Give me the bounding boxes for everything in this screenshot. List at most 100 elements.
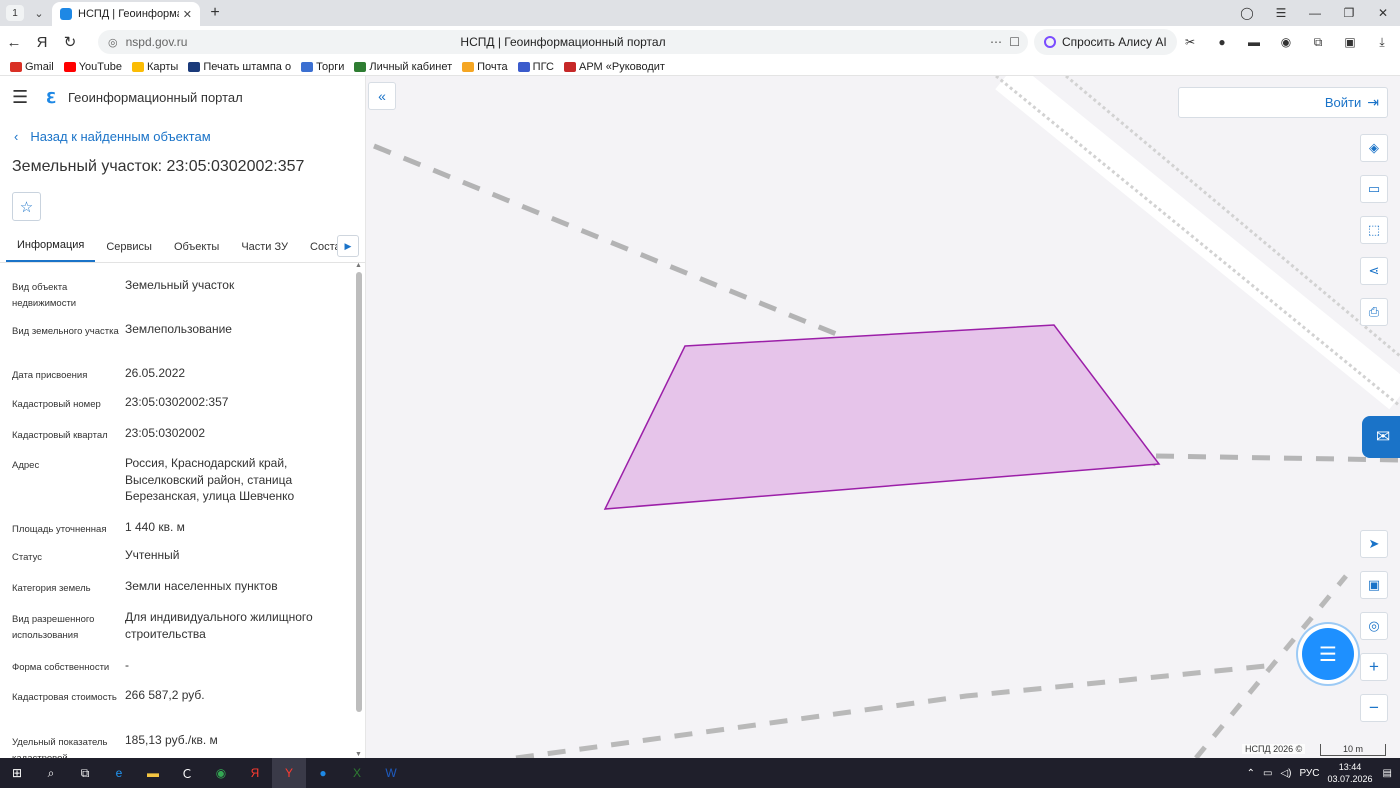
extension-shield-icon[interactable]: ▣ [1340,32,1360,52]
volume-icon[interactable]: ◁) [1280,768,1291,779]
info-row: Форма собственности - [0,657,365,687]
app-c-icon[interactable]: Ｃ [170,758,204,788]
bookmark-label: Личный кабинет [369,60,453,73]
language-indicator[interactable]: РУС [1299,768,1319,779]
info-row: Площадь уточненная 1 440 кв. м [0,519,365,547]
tray-chevron-icon[interactable]: ⌃ [1247,768,1255,779]
info-key: Вид земельного участка [12,326,119,337]
close-window-icon[interactable]: ✕ [1366,6,1400,20]
back-to-results-link[interactable]: ‹ Назад к найденным объектам [0,118,365,154]
bookmark-item[interactable]: Почта [462,61,508,73]
bookmark-icon[interactable]: ☐ [1009,35,1020,49]
land-parcel-polygon[interactable] [603,324,1161,510]
ie-icon[interactable]: e [102,758,136,788]
back-arrow-icon[interactable]: ← [0,34,28,51]
profile-icon[interactable]: ◯ [1230,6,1264,20]
tab-counter[interactable]: 1 [6,5,24,21]
new-tab-icon[interactable]: + [206,4,224,22]
layers-button[interactable]: ◈ [1360,134,1388,162]
bookmark-item[interactable]: АРМ «Руководит [563,61,665,73]
tab-parts[interactable]: Части ЗУ [230,241,299,262]
extension-avatar-icon[interactable]: ● [1212,32,1232,52]
tab-services[interactable]: Сервисы [95,241,163,262]
extension-tools-icon[interactable]: ✂ [1180,32,1200,52]
scrollbar-thumb[interactable] [356,272,362,712]
tabs-scroll-right-icon[interactable]: ▶ [337,235,359,257]
clock[interactable]: 13:44 03.07.2026 [1328,761,1373,785]
tab-list-chevron-icon[interactable]: ⌄ [30,7,48,20]
select-area-button[interactable]: ⬚ [1360,216,1388,244]
extension-hat-icon[interactable]: ▬ [1244,32,1264,52]
portal-name: Геоинформационный портал [68,89,243,105]
scroll-up-icon[interactable]: ▲ [355,262,362,269]
map-canvas[interactable] [366,76,1400,758]
app-blue-icon[interactable]: ● [306,758,340,788]
bookmark-item[interactable]: Торги [301,61,344,73]
more-dots-icon[interactable]: ⋯ [990,35,1002,49]
network-icon[interactable]: ▭ [1263,768,1272,779]
explorer-icon[interactable]: ▬ [136,758,170,788]
info-value: 23:05:0302002:357 [125,395,229,409]
url-field[interactable]: ◎ nspd.gov.ru НСПД | Геоинформационный п… [98,30,1028,54]
bookmark-item[interactable]: Личный кабинет [354,61,452,73]
ruler-button[interactable]: ▭ [1360,175,1388,203]
tab-info[interactable]: Информация [6,239,96,262]
browser-tab-title: НСПД | Геоинформаци [78,8,179,20]
zoom-out-button[interactable]: − [1360,694,1388,722]
info-value: - [125,658,129,672]
bookmark-item[interactable]: Gmail [10,61,54,73]
feedback-icon[interactable]: ✉ [1362,416,1400,458]
yandex-icon[interactable]: Я [28,34,56,51]
notifications-icon[interactable]: ▤ [1383,768,1392,779]
collapse-sidebar-icon[interactable]: « [368,82,396,110]
close-tab-icon[interactable]: ✕ [183,8,192,21]
hamburger-menu-icon[interactable]: ☰ [12,87,34,108]
alisa-icon [1044,36,1056,48]
zoom-in-button[interactable]: + [1360,653,1388,681]
share-button[interactable]: ⋖ [1360,257,1388,285]
bookmark-item[interactable]: Печать штампа о [188,61,291,73]
scroll-down-icon[interactable]: ▼ [355,751,362,758]
location-pin-button[interactable]: ◎ [1360,612,1388,640]
geolocation-button[interactable]: ➤ [1360,530,1388,558]
menu-icon[interactable]: ☰ [1264,6,1298,20]
info-value: 185,13 руб./кв. м [125,733,218,747]
reload-icon[interactable]: ↻ [56,33,84,51]
excel-icon[interactable]: X [340,758,374,788]
downloads-icon[interactable]: ⤓ [1372,32,1392,52]
extension-target-icon[interactable]: ◉ [1276,32,1296,52]
address-bar-row: ← Я ↻ ◎ nspd.gov.ru НСПД | Геоинформацио… [0,26,1400,58]
map-view[interactable]: « Войти ⇥ ◈ ▭ ⬚ ⋖ ⎙ ✉ ➤ ▣ ◎ + − ☰ НСПД 2… [366,76,1400,758]
bookmark-item[interactable]: Карты [131,61,178,73]
info-key: Категория земель [12,583,91,594]
task-view-icon[interactable]: ⧉ [68,758,102,788]
bookmark-item[interactable]: ПГС [517,60,554,73]
boundary-dashed-line [515,663,1267,758]
chat-icon[interactable]: ☰ [1302,628,1354,680]
minimap-button[interactable]: ▣ [1360,571,1388,599]
chrome-icon[interactable]: ◉ [204,758,238,788]
tab-objects[interactable]: Объекты [163,241,230,262]
browser-tab[interactable]: НСПД | Геоинформаци ✕ [52,2,200,26]
info-row: Статус Учтенный [0,547,365,578]
extensions-puzzle-icon[interactable]: ⧉ [1308,32,1328,52]
ask-alisa-button[interactable]: Спросить Алису AI [1034,29,1177,55]
browser-tab-bar: 1 ⌄ НСПД | Геоинформаци ✕ + ◯ ☰ — ❐ ✕ [0,0,1400,26]
start-icon[interactable]: ⊞ [0,758,34,788]
word-icon[interactable]: W [374,758,408,788]
yandex-browser-icon[interactable]: Y [272,758,306,788]
yandex-app-icon[interactable]: Я [238,758,272,788]
login-button[interactable]: Войти ⇥ [1178,87,1388,118]
info-row: Категория земель Земли населенных пункто… [0,578,365,609]
search-icon[interactable]: ⌕ [34,758,68,788]
restore-icon[interactable]: ❐ [1332,6,1366,20]
print-button[interactable]: ⎙ [1360,298,1388,326]
sidebar-scrollbar[interactable]: ▲ ▼ [355,262,362,758]
bookmark-item[interactable]: YouTube [63,61,122,73]
favorite-star-button[interactable]: ☆ [12,192,41,221]
info-value: 23:05:0302002 [125,426,206,440]
minimize-icon[interactable]: — [1298,6,1332,20]
bookmark-label: ПГС [532,60,554,73]
site-info-icon[interactable]: ◎ [108,36,118,49]
info-value: 266 587,2 руб. [125,688,205,702]
